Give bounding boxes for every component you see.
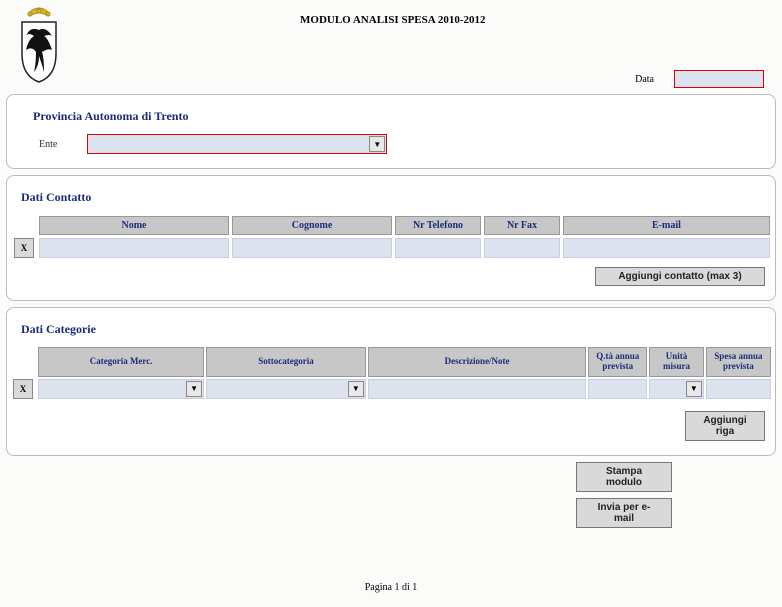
section-title-categorie: Dati Categorie — [21, 322, 769, 337]
page-number: Pagina 1 di 1 — [0, 582, 782, 593]
nome-input[interactable] — [39, 238, 229, 258]
ente-label: Ente — [39, 139, 57, 150]
ente-select[interactable]: ▼ — [87, 134, 387, 154]
col-spesa: Spesa annua prevista — [706, 347, 771, 377]
col-categoria: Categoria Merc. — [38, 347, 204, 377]
logo-crest — [12, 6, 66, 87]
delete-row-button[interactable]: X — [13, 379, 33, 399]
col-telefono: Nr Telefono — [395, 216, 481, 235]
chevron-down-icon: ▼ — [686, 381, 702, 397]
col-qta: Q.tà annua prevista — [588, 347, 647, 377]
col-fax: Nr Fax — [484, 216, 560, 235]
send-email-button[interactable]: Invia per e-mail — [576, 498, 672, 528]
chevron-down-icon: ▼ — [348, 381, 364, 397]
add-row-button[interactable]: Aggiungi riga — [685, 411, 765, 441]
contatto-panel: Dati Contatto Nome Cognome Nr Telefono N… — [6, 175, 776, 301]
col-cognome: Cognome — [232, 216, 392, 235]
categoria-select[interactable]: ▼ — [38, 379, 204, 399]
sottocategoria-select[interactable]: ▼ — [206, 379, 366, 399]
chevron-down-icon: ▼ — [369, 136, 385, 152]
col-descrizione: Descrizione/Note — [368, 347, 587, 377]
unita-select[interactable]: ▼ — [649, 379, 704, 399]
descrizione-input[interactable] — [368, 379, 587, 399]
col-unita: Unità misura — [649, 347, 704, 377]
col-nome: Nome — [39, 216, 229, 235]
delete-row-button[interactable]: X — [14, 238, 34, 258]
cognome-input[interactable] — [232, 238, 392, 258]
print-button[interactable]: Stampa modulo — [576, 462, 672, 492]
telefono-input[interactable] — [395, 238, 481, 258]
col-email: E-mail — [563, 216, 770, 235]
categorie-panel: Dati Categorie Categoria Merc. Sottocate… — [6, 307, 776, 456]
section-title-contatto: Dati Contatto — [21, 190, 769, 205]
col-sottocategoria: Sottocategoria — [206, 347, 366, 377]
fax-input[interactable] — [484, 238, 560, 258]
qta-input[interactable] — [588, 379, 647, 399]
add-contact-button[interactable]: Aggiungi contatto (max 3) — [595, 267, 765, 286]
table-row: X ▼ ▼ ▼ — [13, 379, 771, 399]
chevron-down-icon: ▼ — [186, 381, 202, 397]
spesa-input[interactable] — [706, 379, 771, 399]
page-title: MODULO ANALISI SPESA 2010-2012 — [300, 14, 486, 26]
email-input[interactable] — [563, 238, 770, 258]
date-label: Data — [635, 74, 654, 85]
date-input[interactable] — [674, 70, 764, 88]
table-row: X — [14, 238, 770, 258]
ente-panel: Provincia Autonoma di Trento Ente ▼ — [6, 94, 776, 169]
section-title-provincia: Provincia Autonoma di Trento — [33, 109, 763, 124]
